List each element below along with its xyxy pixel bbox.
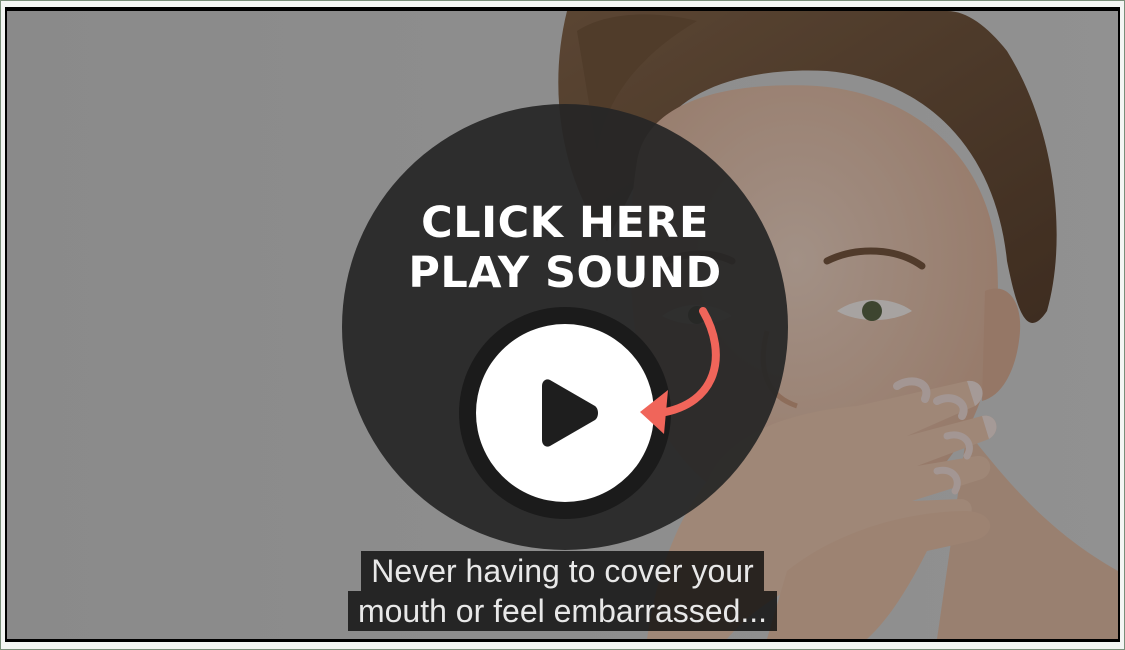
video-caption: Never having to cover your mouth or feel… [7, 551, 1118, 631]
play-sound-button[interactable] [476, 324, 654, 502]
cta-line-1: CLICK HERE [421, 198, 709, 248]
play-button-ring[interactable] [459, 307, 671, 519]
page-frame: CLICK HERE PLAY SOUND Never having to co… [0, 0, 1125, 650]
caption-line-1: Never having to cover your [361, 551, 764, 591]
click-to-play-sound-overlay[interactable]: CLICK HERE PLAY SOUND [342, 104, 788, 550]
cta-line-2: PLAY SOUND [408, 248, 722, 298]
video-player[interactable]: CLICK HERE PLAY SOUND Never having to co… [5, 7, 1120, 642]
video-frame[interactable]: CLICK HERE PLAY SOUND Never having to co… [7, 11, 1118, 639]
caption-line-2: mouth or feel embarrassed... [347, 591, 778, 631]
play-icon [542, 379, 598, 447]
